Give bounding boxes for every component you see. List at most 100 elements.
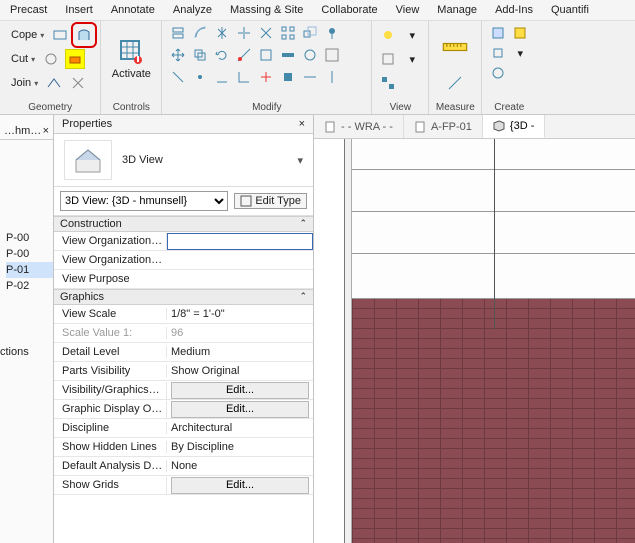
doc-tab-active[interactable]: {3D -: [483, 115, 545, 138]
prop-key: Discipline: [54, 422, 166, 434]
menu-view[interactable]: View: [396, 4, 420, 16]
modify-tool-g[interactable]: [190, 67, 210, 87]
copy-button[interactable]: [190, 45, 210, 65]
edit-button[interactable]: Edit...: [171, 401, 309, 418]
modify-tool-a[interactable]: [234, 45, 254, 65]
cube-icon: [493, 120, 505, 132]
highlighted-geom-button[interactable]: [65, 49, 85, 69]
list-item[interactable]: P-00: [6, 230, 53, 246]
prop-value[interactable]: Medium: [166, 346, 313, 358]
prop-value[interactable]: By Discipline: [166, 441, 313, 453]
menu-analyze[interactable]: Analyze: [173, 4, 212, 16]
mirror-button[interactable]: [212, 23, 232, 43]
geom-tool-4[interactable]: [68, 73, 88, 93]
wall-opening-button[interactable]: [74, 25, 94, 45]
view-tool-2[interactable]: ▾: [402, 25, 422, 45]
close-icon[interactable]: ×: [43, 125, 49, 137]
prop-value[interactable]: None: [166, 460, 313, 472]
prop-value[interactable]: [166, 233, 313, 250]
trim-button[interactable]: [256, 23, 276, 43]
edit-button[interactable]: Edit...: [171, 477, 309, 494]
modify-tool-b[interactable]: [256, 45, 276, 65]
menu-precast[interactable]: Precast: [10, 4, 47, 16]
list-item[interactable]: P-01: [6, 262, 53, 278]
prop-value: 96: [166, 327, 313, 339]
modify-tool-d[interactable]: [300, 45, 320, 65]
ribbon-group-create: ▾ Create: [482, 21, 536, 114]
pin-button[interactable]: [322, 23, 342, 43]
align-button[interactable]: [168, 23, 188, 43]
ribbon-group-measure: Measure: [429, 21, 482, 114]
sheet-icon: [324, 121, 336, 133]
modify-tool-k[interactable]: [278, 67, 298, 87]
rotate-button[interactable]: [212, 45, 232, 65]
prop-key: View Organization…: [54, 254, 166, 266]
activate-button[interactable]: Activate: [107, 23, 155, 95]
cope-button[interactable]: Cope ▾: [6, 24, 46, 46]
create-tool-5[interactable]: [488, 63, 508, 83]
group-title-measure: Measure: [435, 101, 475, 113]
split-button[interactable]: [234, 23, 254, 43]
menu-annotate[interactable]: Annotate: [111, 4, 155, 16]
modify-tool-i[interactable]: [234, 67, 254, 87]
view-tool-3[interactable]: [378, 49, 398, 69]
modify-tool-h[interactable]: [212, 67, 232, 87]
prop-value[interactable]: 1/8" = 1'-0": [166, 308, 313, 320]
viewport[interactable]: [314, 139, 635, 543]
category-construction[interactable]: Construction⌃: [54, 216, 313, 232]
doc-tab[interactable]: - - WRA - -: [314, 115, 404, 138]
create-tool-2[interactable]: [510, 23, 530, 43]
modify-tool-c[interactable]: [278, 45, 298, 65]
create-tool-1[interactable]: [488, 23, 508, 43]
view-tool-1[interactable]: [378, 25, 398, 45]
menu-massing-site[interactable]: Massing & Site: [230, 4, 303, 16]
geom-tool-1[interactable]: [50, 25, 70, 45]
doc-tab[interactable]: A-FP-01: [404, 115, 483, 138]
edit-type-button[interactable]: Edit Type: [234, 193, 307, 209]
view-tool-4[interactable]: ▾: [402, 49, 422, 69]
menu-insert[interactable]: Insert: [65, 4, 93, 16]
join-button[interactable]: Join ▾: [6, 72, 40, 94]
modify-tool-l[interactable]: [300, 67, 320, 87]
list-item[interactable]: P-02: [6, 278, 53, 294]
dropdown-arrow-icon[interactable]: ▾: [297, 154, 303, 167]
create-tool-3[interactable]: [488, 43, 508, 63]
geom-tool-2[interactable]: [41, 49, 61, 69]
category-graphics[interactable]: Graphics⌃: [54, 289, 313, 305]
prop-value: Edit...: [166, 382, 313, 399]
measure-button[interactable]: [435, 23, 475, 71]
menu-add-ins[interactable]: Add-Ins: [495, 4, 533, 16]
view-tool-5[interactable]: [378, 73, 398, 93]
cope-label: Cope: [11, 29, 37, 41]
sheet-icon: [414, 121, 426, 133]
edit-button[interactable]: Edit...: [171, 382, 309, 399]
view-selector[interactable]: 3D View: {3D - hmunsell}: [60, 191, 228, 211]
menu-collaborate[interactable]: Collaborate: [321, 4, 377, 16]
geom-tool-3[interactable]: [44, 73, 64, 93]
collapse-icon: ⌃: [299, 218, 307, 230]
list-item[interactable]: P-00: [6, 246, 53, 262]
prop-key: Default Analysis D…: [54, 460, 166, 472]
group-title-geometry: Geometry: [6, 101, 94, 113]
ribbon-group-geometry: Cope ▾ Cut ▾ Join ▾: [0, 21, 101, 114]
cut-button[interactable]: Cut ▾: [6, 48, 37, 70]
browser-tab[interactable]: …hm…: [4, 125, 41, 137]
measure-tool-2[interactable]: [445, 73, 465, 93]
array-button[interactable]: [278, 23, 298, 43]
menu-manage[interactable]: Manage: [437, 4, 477, 16]
scale-button[interactable]: [300, 23, 320, 43]
move-button[interactable]: [168, 45, 188, 65]
ribbon-group-controls: Activate Controls: [101, 21, 162, 114]
modify-tool-e[interactable]: [322, 45, 342, 65]
prop-value[interactable]: Architectural: [166, 422, 313, 434]
modify-tool-j[interactable]: [256, 67, 276, 87]
menu-quantification[interactable]: Quantifi: [551, 4, 589, 16]
drawing-canvas[interactable]: - - WRA - - A-FP-01 {3D -: [314, 115, 635, 543]
modify-tool-m[interactable]: [322, 67, 342, 87]
prop-value[interactable]: Show Original: [166, 365, 313, 377]
offset-button[interactable]: [190, 23, 210, 43]
modify-tool-f[interactable]: [168, 67, 188, 87]
create-tool-4[interactable]: ▾: [510, 43, 530, 63]
ribbon-group-modify: Modify: [162, 21, 372, 114]
close-icon[interactable]: ×: [299, 118, 305, 130]
